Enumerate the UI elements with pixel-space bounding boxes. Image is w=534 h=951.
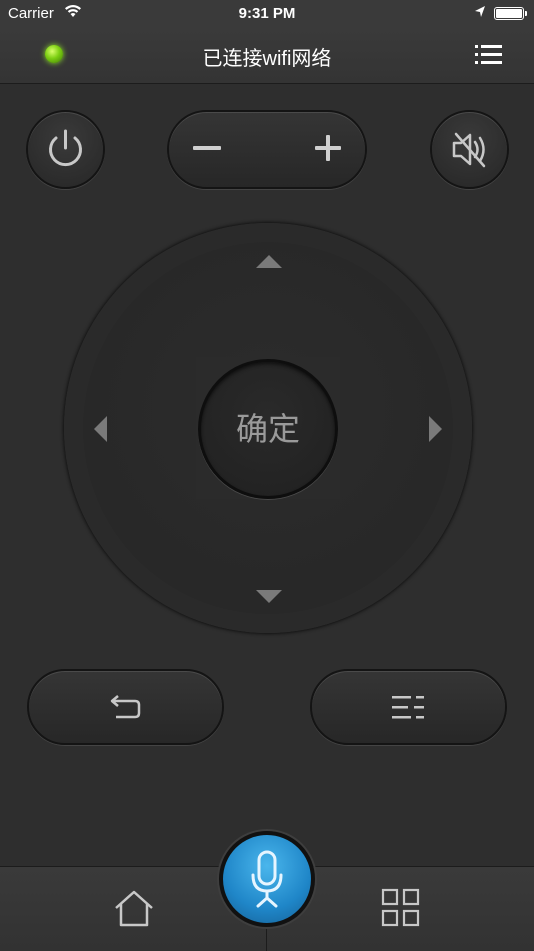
power-icon [49, 129, 82, 167]
volume-control [167, 110, 367, 189]
back-button[interactable] [27, 669, 224, 745]
status-bar: Carrier 9:31 PM [0, 0, 534, 28]
plus-icon-vertical [326, 135, 330, 161]
home-icon [115, 890, 153, 927]
nav-bar: 已连接wifi网络 [0, 28, 534, 84]
location-arrow-icon [475, 6, 485, 17]
power-button[interactable] [26, 110, 105, 189]
mute-icon [452, 132, 486, 168]
dpad-right-arrow-icon[interactable] [429, 416, 442, 442]
battery-fill [496, 9, 522, 18]
minus-icon [193, 146, 221, 150]
clock: 9:31 PM [238, 5, 296, 22]
menu-button[interactable] [310, 669, 507, 745]
voice-button[interactable] [219, 831, 315, 927]
battery-icon [494, 7, 527, 20]
plus-icon [315, 146, 341, 150]
microphone-icon [251, 850, 283, 908]
mute-button[interactable] [430, 110, 509, 189]
back-icon [110, 695, 141, 719]
menu-icon [392, 696, 424, 719]
ok-button[interactable]: 确定 [198, 359, 338, 499]
list-icon[interactable] [472, 40, 504, 70]
dpad-up-arrow-icon[interactable] [256, 255, 282, 268]
dpad-left-arrow-icon[interactable] [94, 416, 107, 442]
page-title: 已连接wifi网络 [202, 48, 332, 70]
grid-icon [381, 888, 420, 927]
dpad-down-arrow-icon[interactable] [256, 590, 282, 603]
volume-down-button[interactable] [169, 112, 269, 187]
